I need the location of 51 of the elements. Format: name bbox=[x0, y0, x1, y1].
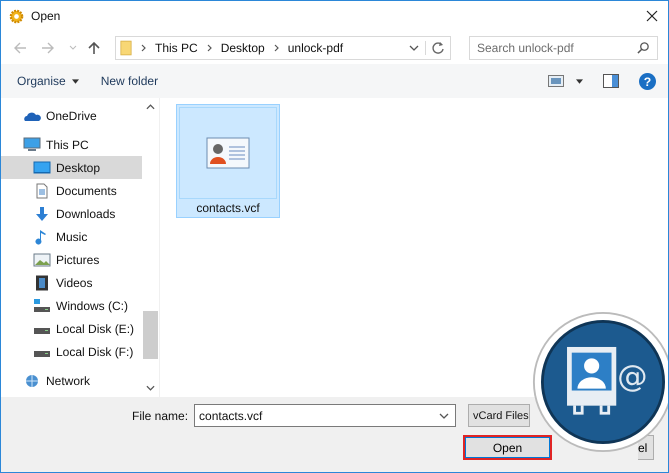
sidebar-item[interactable]: Pictures bbox=[1, 248, 142, 271]
close-icon[interactable] bbox=[646, 10, 658, 22]
breadcrumb[interactable]: Desktop bbox=[220, 40, 265, 54]
file-tile[interactable]: contacts.vcf bbox=[176, 104, 280, 218]
organise-button[interactable]: Organise bbox=[17, 74, 66, 88]
caret-icon[interactable] bbox=[72, 78, 79, 84]
preview-pane-icon[interactable] bbox=[603, 74, 619, 88]
pictures-icon bbox=[33, 252, 51, 268]
sidebar-item[interactable]: Local Disk (E:) bbox=[1, 317, 142, 340]
downloads-icon bbox=[33, 206, 51, 222]
chevron-icon bbox=[141, 44, 146, 52]
caret-icon[interactable] bbox=[576, 78, 583, 84]
open-button[interactable]: Open bbox=[463, 435, 552, 460]
contact-card-icon bbox=[206, 137, 250, 169]
pc-icon bbox=[23, 136, 41, 152]
search-field[interactable]: Search unlock-pdf bbox=[469, 36, 658, 60]
sidebar-item[interactable]: Desktop bbox=[1, 156, 142, 179]
gear-icon bbox=[9, 8, 24, 24]
network-icon bbox=[23, 372, 41, 388]
help-icon[interactable]: ? bbox=[639, 72, 656, 90]
videos-icon bbox=[33, 274, 51, 290]
sidebar-item[interactable]: Network bbox=[1, 369, 142, 392]
view-icon[interactable] bbox=[548, 75, 564, 87]
sidebar-item[interactable]: Downloads bbox=[1, 202, 142, 225]
sidebar-item[interactable]: OneDrive bbox=[1, 104, 142, 127]
sidebar-item[interactable]: Documents bbox=[1, 179, 142, 202]
sidebar-item[interactable]: Music bbox=[1, 225, 142, 248]
window-title: Open bbox=[31, 9, 60, 23]
up-arrow-icon[interactable] bbox=[87, 40, 101, 54]
desktop-icon bbox=[33, 160, 51, 176]
chevron-icon bbox=[274, 44, 279, 52]
chevron-icon bbox=[206, 44, 212, 52]
sidebar-item[interactable]: Videos bbox=[1, 271, 142, 294]
breadcrumb[interactable]: This PC bbox=[155, 40, 198, 54]
folder-icon bbox=[120, 40, 132, 56]
file-name-field[interactable]: contacts.vcf bbox=[194, 404, 456, 427]
scroll-up-icon[interactable] bbox=[146, 104, 155, 110]
address-bar[interactable]: This PC Desktop unlock-pdf bbox=[115, 36, 451, 60]
search-icon bbox=[637, 40, 650, 54]
file-name-label: File name: bbox=[132, 408, 188, 422]
file-type-dropdown[interactable]: vCard Files bbox=[468, 404, 530, 427]
sidebar-item[interactable]: This PC bbox=[1, 133, 142, 156]
dropdown-caret-icon bbox=[439, 412, 450, 418]
scrollbar-thumb[interactable] bbox=[143, 311, 158, 359]
new-folder-button[interactable]: New folder bbox=[100, 74, 158, 88]
sidebar-item[interactable]: Windows (C:) bbox=[1, 294, 142, 317]
breadcrumb[interactable]: unlock-pdf bbox=[288, 40, 344, 54]
dropdown-caret-icon[interactable] bbox=[409, 44, 419, 50]
sidebar-item[interactable]: Local Disk (F:) bbox=[1, 340, 142, 363]
scroll-down-icon[interactable] bbox=[146, 385, 155, 391]
windrive-icon bbox=[33, 298, 51, 314]
